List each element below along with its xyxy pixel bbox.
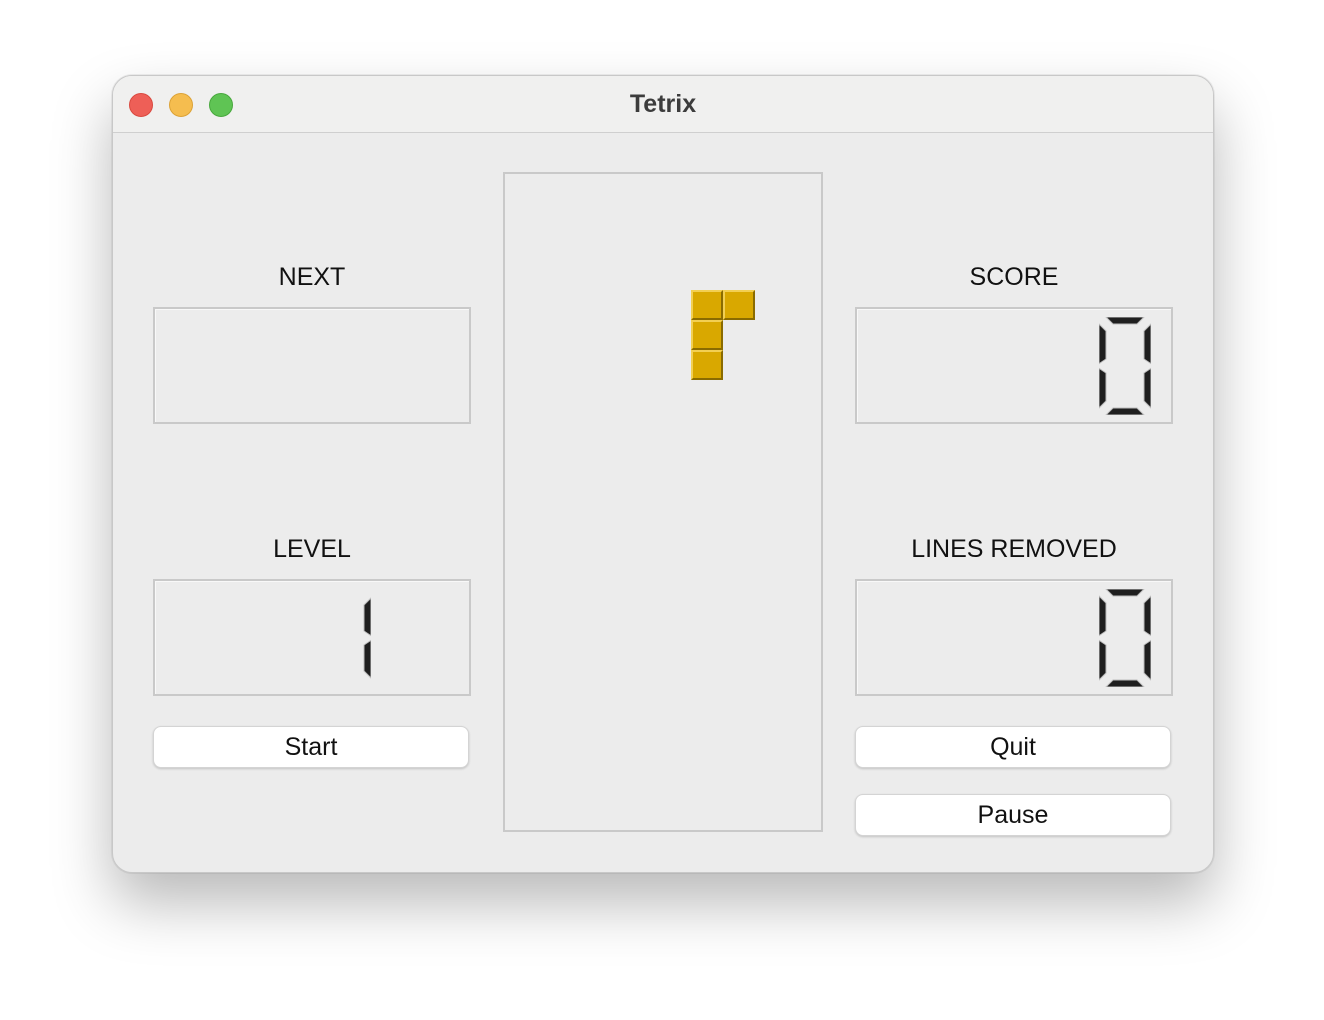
quit-button[interactable]: Quit: [855, 726, 1171, 768]
lcd-segment-b: [1143, 323, 1151, 365]
pause-button[interactable]: Pause: [855, 794, 1171, 836]
score-display: [855, 307, 1173, 424]
level-digits: [363, 597, 371, 679]
lcd-segment-c: [363, 639, 371, 679]
lines-removed-display: [855, 579, 1173, 696]
piece-block: [691, 350, 723, 380]
start-button[interactable]: Start: [153, 726, 469, 768]
score-digits: [1099, 317, 1151, 415]
lcd-segment-b: [363, 597, 371, 637]
piece-block: [691, 290, 723, 320]
score-label: SCORE: [969, 263, 1059, 291]
tetrix-window: Tetrix NEXT LEVEL Start SCORE LINES REMO…: [112, 75, 1214, 873]
piece-block: [691, 320, 723, 350]
lines-removed-digits: [1099, 589, 1151, 687]
lcd-segment-f: [1099, 595, 1107, 637]
lcd-segment-a: [1105, 317, 1145, 325]
lcd-segment-f: [1099, 323, 1107, 365]
lcd-segment-e: [1099, 639, 1107, 681]
lcd-segment-d: [1105, 679, 1145, 687]
lcd-segment-d: [1105, 407, 1145, 415]
lcd-segment-a: [1105, 589, 1145, 597]
lcd-segment-c: [1143, 367, 1151, 409]
next-label: NEXT: [278, 263, 346, 291]
game-board: [503, 172, 823, 832]
window-title: Tetrix: [629, 90, 697, 118]
piece-block: [723, 290, 755, 320]
next-piece-display: [153, 307, 471, 424]
lcd-segment-b: [1143, 595, 1151, 637]
title-bar: Tetrix: [113, 76, 1213, 133]
lines-removed-label: LINES REMOVED: [911, 535, 1117, 563]
level-display: [153, 579, 471, 696]
lcd-segment-c: [1143, 639, 1151, 681]
lcd-segment-e: [1099, 367, 1107, 409]
level-label: LEVEL: [273, 535, 351, 563]
